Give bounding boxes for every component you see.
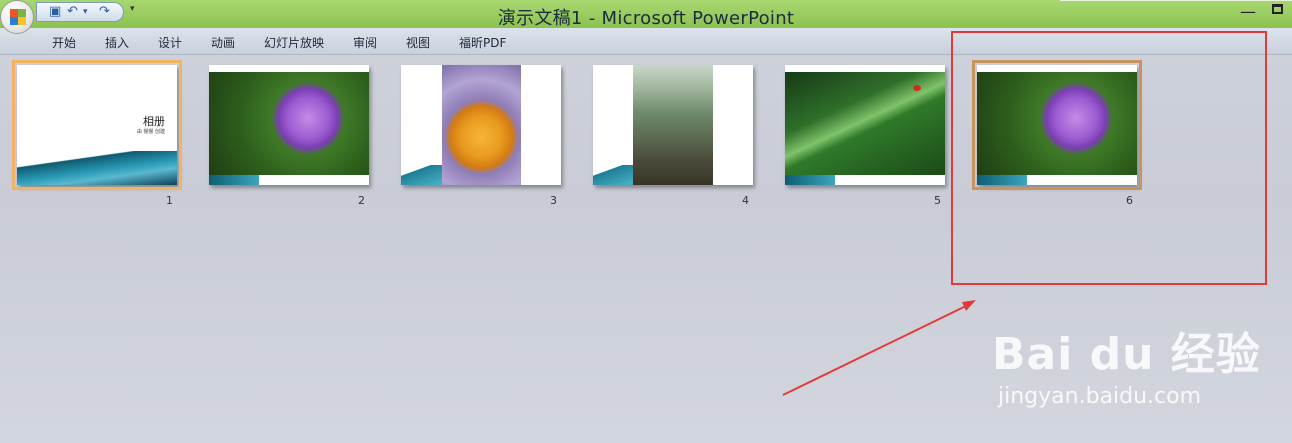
watermark-logo: Bai du 经验: [992, 329, 1261, 380]
office-logo-icon-part: [18, 17, 26, 25]
office-button[interactable]: [0, 0, 34, 34]
office-logo-icon: [10, 9, 18, 17]
office-logo-icon-part: [18, 9, 26, 17]
watermark-url: jingyan.baidu.com: [998, 384, 1202, 409]
office-logo-icon-part: [10, 17, 18, 25]
